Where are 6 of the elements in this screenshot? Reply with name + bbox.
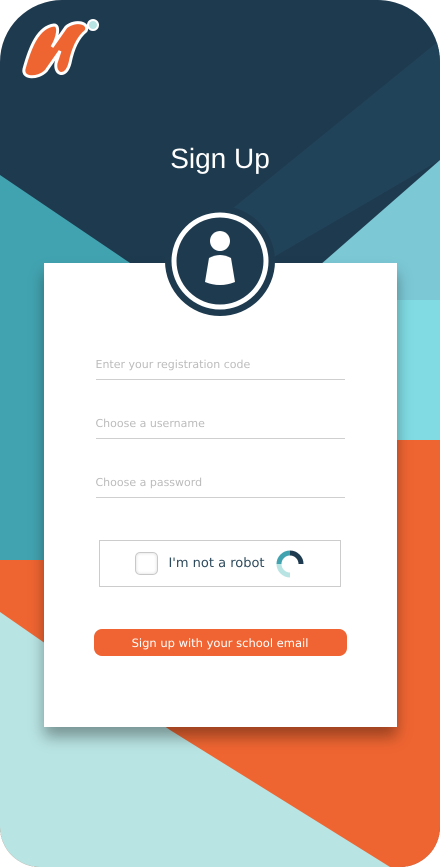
captcha-label: I'm not a robot — [168, 556, 265, 571]
signup-button[interactable]: Sign up with your school email — [94, 629, 346, 656]
checkbox[interactable] — [135, 552, 158, 575]
spinner-icon — [274, 548, 305, 578]
logo-icon — [20, 17, 102, 79]
page-title: Sign Up — [170, 143, 270, 175]
